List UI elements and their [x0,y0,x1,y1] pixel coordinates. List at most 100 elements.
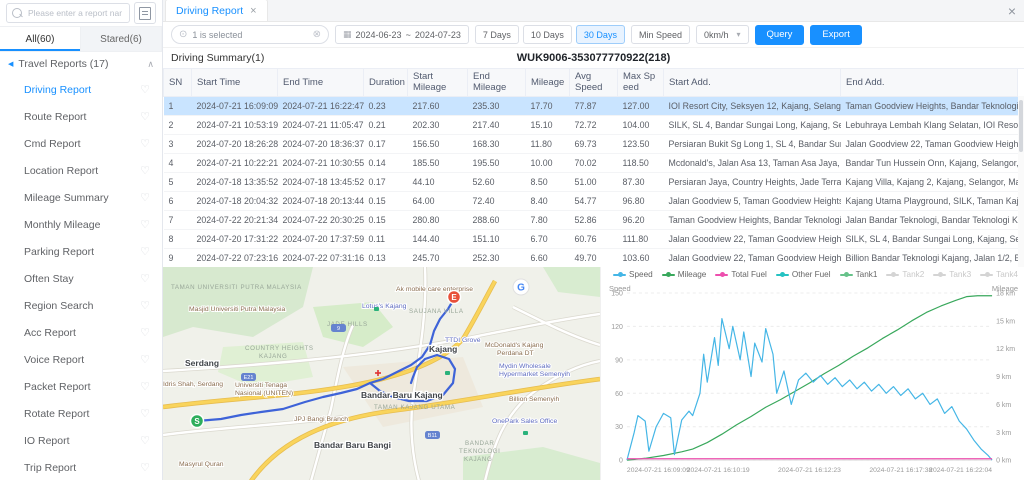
query-button[interactable]: Query [755,25,805,45]
sidebar-item-acc-report[interactable]: Acc Report♡ [0,319,162,346]
sidebar-item-mileage-summary[interactable]: Mileage Summary♡ [0,184,162,211]
driving-summary-title: Driving Summary(1) [171,52,264,64]
map-label: KAJANG [259,353,287,360]
legend-item-total-fuel[interactable]: Total Fuel [715,270,767,279]
range-button-7-days[interactable]: 7 Days [475,25,519,44]
group-label: Travel Reports (17) [18,58,108,70]
device-select-value: 1 is selected [192,30,307,40]
favorite-heart-icon[interactable]: ♡ [140,461,150,474]
sidebar-item-trip-report[interactable]: Trip Report♡ [0,454,162,480]
sidebar-item-driving-report[interactable]: Driving Report♡ [0,76,162,103]
range-button-30-days[interactable]: 30 Days [576,25,625,44]
table-cell: Billion Bandar Teknologi Kajang, Jalan 1… [841,248,1018,267]
sidebar-item-route-report[interactable]: Route Report♡ [0,103,162,130]
table-row[interactable]: 72024-07-22 20:21:342024-07-22 20:30:250… [164,210,1018,229]
favorite-heart-icon[interactable]: ♡ [140,434,150,447]
table-cell: 118.50 [618,153,664,172]
favorite-heart-icon[interactable]: ♡ [140,353,150,366]
tab-driving-report[interactable]: Driving Report × [165,0,268,21]
legend-item-tank1[interactable]: Tank1 [840,270,878,279]
table-cell: 0.21 [364,115,408,134]
filter-toolbar: ⊙ 1 is selected ⊗ ▦ 2024-06-23 ~ 2024-07… [163,22,1024,48]
table-row[interactable]: 22024-07-21 10:53:192024-07-21 11:05:470… [164,115,1018,134]
favorite-heart-icon[interactable]: ♡ [140,191,150,204]
report-search-box[interactable] [6,3,130,23]
device-select[interactable]: ⊙ 1 is selected ⊗ [171,25,329,44]
table-row[interactable]: 42024-07-21 10:22:212024-07-21 10:30:550… [164,153,1018,172]
table-cell: 0.15 [364,210,408,229]
legend-item-other-fuel[interactable]: Other Fuel [776,270,831,279]
table-row[interactable]: 92024-07-22 07:23:162024-07-22 07:31:160… [164,248,1018,267]
table-cell: 77.87 [570,96,618,115]
route-map[interactable]: TAMAN UNIVERSITI PUTRA MALAYSIAMasjid Un… [163,267,600,480]
favorite-heart-icon[interactable]: ♡ [140,407,150,420]
y-axis-tick-right: 15 km [996,318,1015,325]
table-cell: 69.73 [570,134,618,153]
sidebar-item-often-stay[interactable]: Often Stay♡ [0,265,162,292]
map-label: SAUJANA VILLA [409,308,464,315]
tab-label: Driving Report [176,5,243,17]
panel-close-icon[interactable]: × [1008,3,1016,19]
legend-marker [933,274,946,276]
export-button[interactable]: Export [810,25,861,45]
sidebar-tab-all-60[interactable]: All(60) [0,27,81,51]
tab-close-icon[interactable]: × [250,5,256,17]
legend-item-tank4[interactable]: Tank4 [980,270,1018,279]
table-cell: 2024-07-21 11:05:47 [278,115,364,134]
camera-icon [523,431,528,435]
clear-selection-icon[interactable]: ⊗ [313,29,321,40]
favorite-heart-icon[interactable]: ♡ [140,164,150,177]
sidebar-item-parking-report[interactable]: Parking Report♡ [0,238,162,265]
table-cell: 72.72 [570,115,618,134]
favorite-heart-icon[interactable]: ♡ [140,83,150,96]
sidebar-item-voice-report[interactable]: Voice Report♡ [0,346,162,373]
favorite-heart-icon[interactable]: ♡ [140,110,150,123]
favorite-heart-icon[interactable]: ♡ [140,218,150,231]
sidebar-item-monthly-mileage[interactable]: Monthly Mileage♡ [0,211,162,238]
sidebar-item-label: Region Search [24,300,93,312]
table-row[interactable]: 52024-07-18 13:35:522024-07-18 13:45:520… [164,172,1018,191]
y-axis-tick-left: 90 [615,357,623,364]
favorite-heart-icon[interactable]: ♡ [140,245,150,258]
legend-item-tank2[interactable]: Tank2 [886,270,924,279]
table-cell: 0.17 [364,172,408,191]
favorite-heart-icon[interactable]: ♡ [140,299,150,312]
date-range-picker[interactable]: ▦ 2024-06-23 ~ 2024-07-23 [335,25,469,44]
table-row[interactable]: 62024-07-18 20:04:322024-07-18 20:13:440… [164,191,1018,210]
legend-item-tank3[interactable]: Tank3 [933,270,971,279]
sidebar-item-packet-report[interactable]: Packet Report♡ [0,373,162,400]
legend-marker [715,274,728,276]
table-cell: 156.50 [408,134,468,153]
chevron-up-icon[interactable]: ∧ [147,59,154,70]
map-label: COUNTRY HEIGHTS [245,345,314,352]
scrollbar-thumb[interactable] [1019,100,1023,152]
trip-chart: Speed Mileage Total Fuel Other Fuel Tank1 Tan… [600,267,1024,480]
table-scrollbar[interactable] [1018,96,1024,267]
range-button-10-days[interactable]: 10 Days [523,25,572,44]
legend-item-speed[interactable]: Speed [613,270,653,279]
sidebar-item-region-search[interactable]: Region Search ♡ [0,292,162,319]
favorite-heart-icon[interactable]: ♡ [140,272,150,285]
table-row[interactable]: 32024-07-20 18:26:282024-07-20 18:36:370… [164,134,1018,153]
left-axis-title: Speed [609,284,631,293]
min-speed-select[interactable]: 0km/h ▾ [696,25,749,44]
sidebar-item-location-report[interactable]: Location Report♡ [0,157,162,184]
favorite-heart-icon[interactable]: ♡ [140,137,150,150]
table-row[interactable]: 82024-07-20 17:31:222024-07-20 17:37:590… [164,229,1018,248]
travel-reports-group-header[interactable]: ◀ Travel Reports (17) ∧ [0,52,162,76]
favorite-heart-icon[interactable]: ♡ [140,326,150,339]
favorite-heart-icon[interactable]: ♡ [140,380,150,393]
road-shield-label: B11 [428,433,437,439]
group-triangle-icon: ◀ [8,60,13,68]
map-label: TAMAN UNIVERSITI PUTRA MALAYSIA [171,284,302,291]
sidebar-item-io-report[interactable]: IO Report♡ [0,427,162,454]
table-cell: 0.15 [364,191,408,210]
table-row[interactable]: 12024-07-21 16:09:092024-07-21 16:22:470… [164,96,1018,115]
report-list-button[interactable] [134,2,156,24]
report-search-input[interactable] [26,7,124,19]
sidebar-item-cmd-report[interactable]: Cmd Report♡ [0,130,162,157]
sidebar-tab-stared-6[interactable]: Stared(6) [81,27,162,51]
map-label: OnePark Sales Office [492,418,557,425]
sidebar-item-rotate-report[interactable]: Rotate Report♡ [0,400,162,427]
legend-item-mileage[interactable]: Mileage [662,270,707,279]
